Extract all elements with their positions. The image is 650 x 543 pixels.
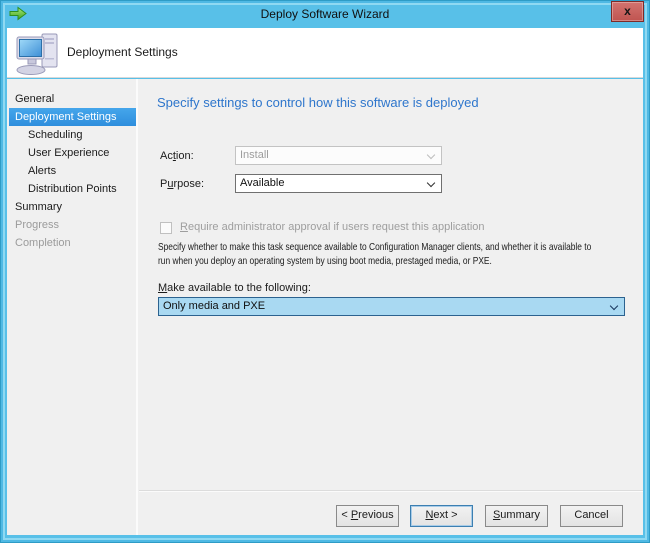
- sidebar-item-scheduling[interactable]: Scheduling: [7, 126, 136, 144]
- sidebar-item-deployment-settings[interactable]: Deployment Settings: [9, 108, 136, 126]
- sidebar-item-summary[interactable]: Summary: [7, 198, 136, 216]
- chevron-down-icon: [427, 179, 435, 187]
- wizard-body: General Deployment Settings Scheduling U…: [7, 79, 643, 535]
- availability-dropdown[interactable]: Only media and PXE: [158, 297, 625, 316]
- next-button[interactable]: Next >: [410, 505, 473, 527]
- availability-value: Only media and PXE: [163, 300, 265, 312]
- description-text: Specify whether to make this task sequen…: [158, 240, 591, 268]
- sidebar-item-progress: Progress: [7, 216, 136, 234]
- close-button[interactable]: x: [611, 1, 644, 22]
- chevron-down-icon: [427, 151, 435, 159]
- titlebar: Deploy Software Wizard x: [0, 0, 650, 28]
- make-available-label: Make available to the following:: [158, 282, 311, 294]
- action-value: Install: [240, 149, 269, 161]
- summary-button[interactable]: Summary: [485, 505, 548, 527]
- page-heading: Specify settings to control how this sof…: [157, 95, 479, 110]
- approval-checkbox-label: Require administrator approval if users …: [180, 221, 485, 233]
- chevron-down-icon: [610, 302, 618, 310]
- sidebar-item-user-experience[interactable]: User Experience: [7, 144, 136, 162]
- close-x-icon: x: [624, 4, 631, 18]
- sidebar-item-alerts[interactable]: Alerts: [7, 162, 136, 180]
- purpose-label: Purpose:: [160, 178, 204, 190]
- window-title: Deploy Software Wizard: [0, 7, 650, 21]
- sidebar-item-general[interactable]: General: [7, 90, 136, 108]
- action-dropdown: Install: [235, 146, 442, 165]
- purpose-dropdown[interactable]: Available: [235, 174, 442, 193]
- previous-button[interactable]: < Previous: [336, 505, 399, 527]
- action-label: Action:: [160, 150, 194, 162]
- computer-icon: [15, 30, 61, 76]
- banner-title: Deployment Settings: [67, 45, 178, 59]
- deploy-software-wizard-window: Deploy Software Wizard x Deployment Sett…: [0, 0, 650, 543]
- purpose-value: Available: [240, 177, 284, 189]
- footer-separator: [139, 490, 643, 492]
- sidebar-item-completion: Completion: [7, 234, 136, 252]
- sidebar-nav: General Deployment Settings Scheduling U…: [7, 79, 138, 535]
- wizard-banner: Deployment Settings: [7, 28, 643, 78]
- approval-checkbox: [160, 222, 172, 234]
- cancel-button[interactable]: Cancel: [560, 505, 623, 527]
- description-line-1: Specify whether to make this task sequen…: [158, 240, 591, 254]
- sidebar-item-distribution-points[interactable]: Distribution Points: [7, 180, 136, 198]
- description-line-2: run when you deploy an operating system …: [158, 254, 591, 268]
